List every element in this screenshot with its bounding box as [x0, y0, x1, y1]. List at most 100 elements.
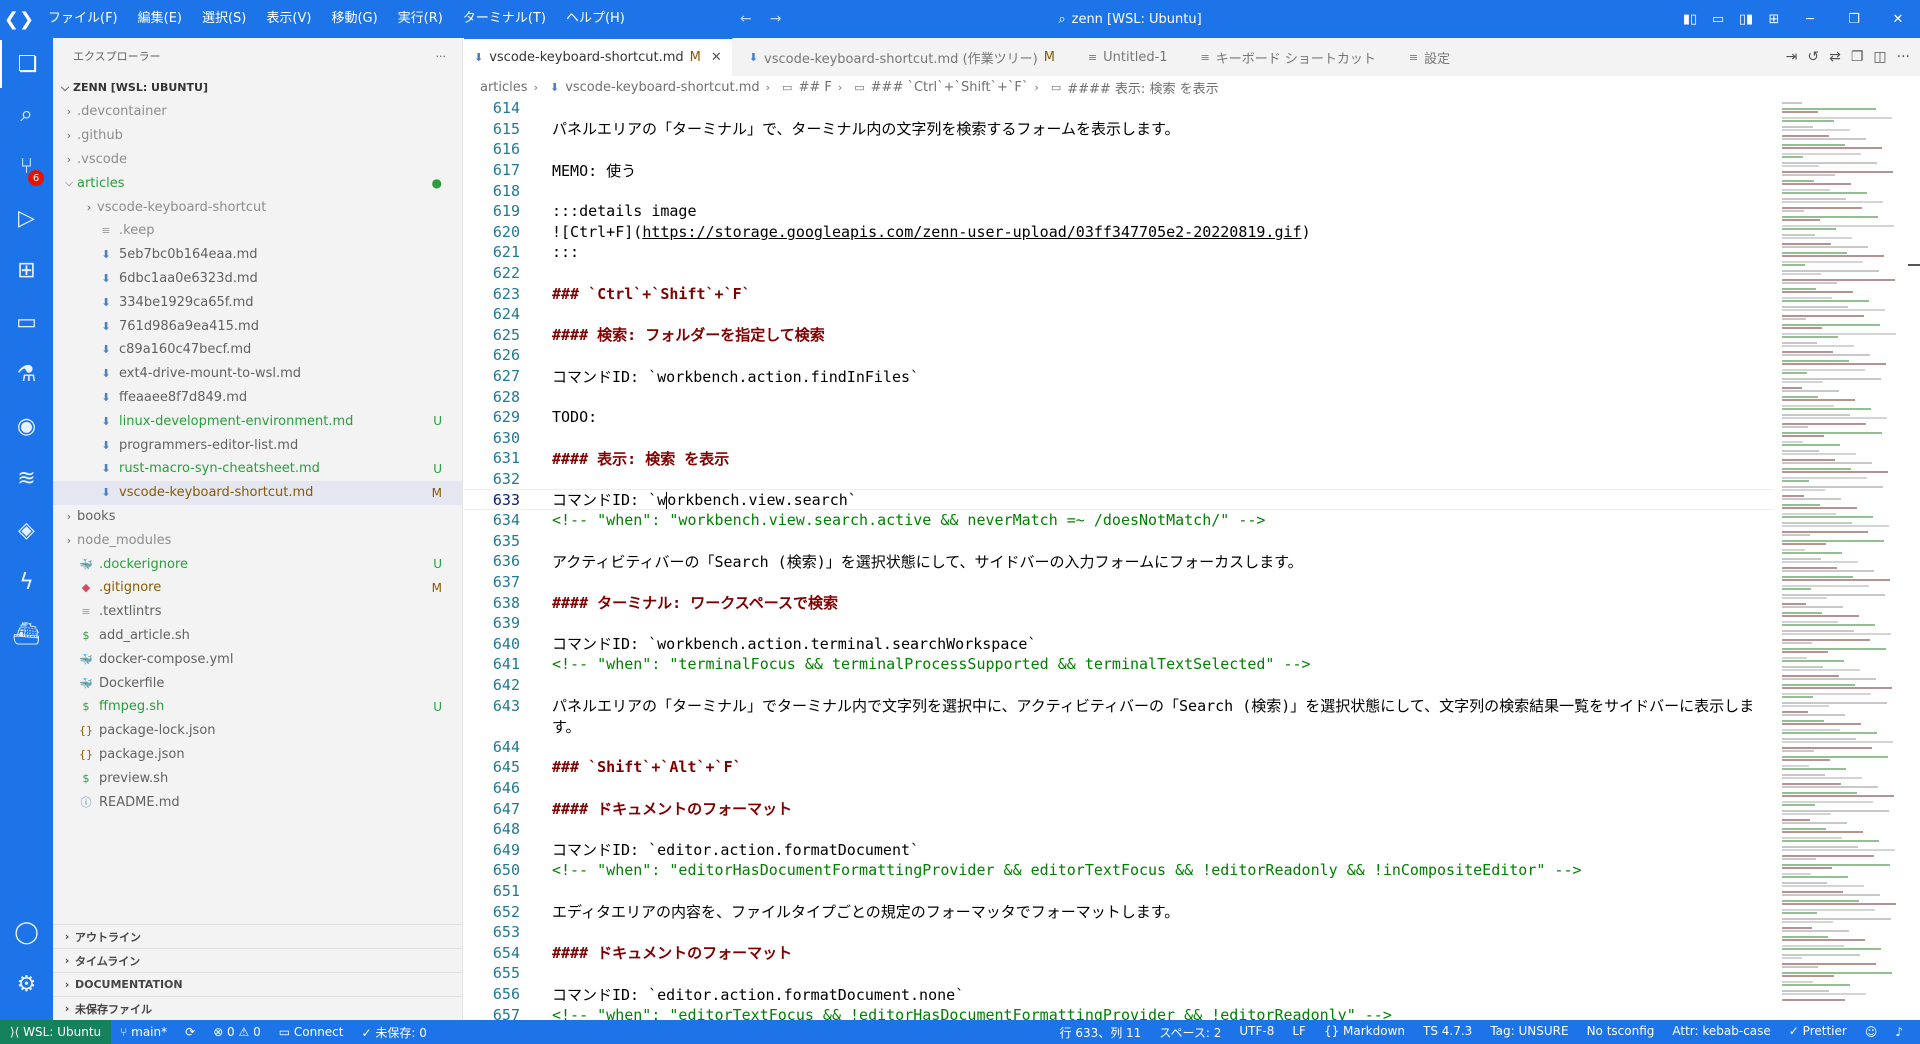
more-actions-icon[interactable]: ···: [436, 50, 447, 63]
editor-tab[interactable]: ⬇ vscode-keyboard-shortcut.md (作業ツリー) M: [733, 38, 1072, 76]
open-preview-icon[interactable]: ⇥: [1786, 49, 1798, 65]
customize-layout-icon[interactable]: ⊞: [1760, 12, 1788, 27]
gear-icon[interactable]: ⚙: [0, 960, 53, 1008]
close-icon[interactable]: ✕: [711, 50, 722, 65]
editor-tab[interactable]: ≡ 設定: [1393, 38, 1468, 76]
status-item[interactable]: UTF-8: [1230, 1024, 1283, 1041]
editor-tab[interactable]: ≡ キーボード ショートカット: [1185, 38, 1393, 76]
folder-item[interactable]: › .github: [53, 124, 462, 148]
folder-item[interactable]: › .vscode: [53, 148, 462, 172]
breadcrumb-item[interactable]: ### `Ctrl`+`Shift`+`F`: [871, 80, 1029, 95]
status-item[interactable]: ⊗ 0 ⚠ 0: [204, 1025, 270, 1039]
folder-item[interactable]: ⌵ articles ●: [53, 171, 462, 195]
sidebar-section-header[interactable]: › DOCUMENTATION: [53, 972, 462, 996]
file-item[interactable]: {} package.json: [53, 743, 462, 767]
file-item[interactable]: ⬇ linux-development-environment.md U: [53, 409, 462, 433]
account-icon[interactable]: ◯: [0, 908, 53, 956]
file-item[interactable]: ⬇ 6dbc1aa0e6323d.md: [53, 267, 462, 291]
toggle-panel-icon[interactable]: ▭: [1704, 12, 1732, 27]
status-item[interactable]: スペース: 2: [1150, 1024, 1230, 1041]
workspace-root[interactable]: ⌵ ZENN [WSL: UBUNTU]: [53, 76, 462, 100]
breadcrumb-item[interactable]: ## F: [798, 80, 831, 95]
compare-changes-icon[interactable]: ⇄: [1829, 49, 1841, 65]
editor-tab[interactable]: ⬇ vscode-keyboard-shortcut.md M ✕: [464, 38, 733, 76]
file-item[interactable]: ≡ .keep: [53, 219, 462, 243]
close-window-icon[interactable]: ✕: [1876, 12, 1920, 27]
status-item[interactable]: ⑂ main*: [111, 1025, 176, 1039]
layers-icon[interactable]: ◈: [0, 506, 53, 554]
file-item[interactable]: ⬇ programmers-editor-list.md: [53, 433, 462, 457]
status-item[interactable]: TS 4.7.3: [1414, 1024, 1481, 1041]
status-item[interactable]: ⟳: [176, 1025, 204, 1039]
breadcrumb-item[interactable]: vscode-keyboard-shortcut.md: [565, 80, 759, 95]
menu-item[interactable]: 表示(V): [256, 0, 321, 38]
source-control-icon[interactable]: ⑂ 6: [0, 142, 53, 190]
file-item[interactable]: ⬇ 761d986a9ea415.md: [53, 314, 462, 338]
explorer-icon[interactable]: ❏: [0, 40, 53, 88]
file-item[interactable]: ⬇ 334be1929ca65f.md: [53, 290, 462, 314]
file-item[interactable]: {} package-lock.json: [53, 719, 462, 743]
status-item[interactable]: ✓ 未保存: 0: [353, 1024, 436, 1041]
breadcrumb-item[interactable]: articles: [480, 80, 528, 95]
status-item[interactable]: {} Markdown: [1315, 1024, 1414, 1041]
menu-item[interactable]: 移動(G): [321, 0, 387, 38]
file-item[interactable]: ⓘ README.md: [53, 790, 462, 814]
notifications-icon[interactable]: ♪: [1886, 1025, 1912, 1039]
remote-explorer-icon[interactable]: ▭: [0, 298, 53, 346]
folder-item[interactable]: › .devcontainer: [53, 100, 462, 124]
status-item[interactable]: Tag: UNSURE: [1481, 1024, 1577, 1041]
timeline-icon[interactable]: ↺: [1807, 49, 1819, 65]
file-item[interactable]: ⬇ ext4-drive-mount-to-wsl.md: [53, 362, 462, 386]
split-editor-icon[interactable]: ◫: [1873, 49, 1886, 65]
sidebar-section-header[interactable]: › 未保存ファイル: [53, 996, 462, 1020]
file-item[interactable]: 🐳 .dockerignore U: [53, 552, 462, 576]
status-item[interactable]: No tsconfig: [1578, 1024, 1664, 1041]
minimap[interactable]: [1780, 98, 1910, 1020]
file-item[interactable]: ⬇ vscode-keyboard-shortcut.md M: [53, 480, 462, 505]
file-item[interactable]: ⬇ 5eb7bc0b164eaa.md: [53, 243, 462, 267]
file-item[interactable]: ≡ .textlintrs: [53, 600, 462, 624]
file-item[interactable]: ◆ .gitignore M: [53, 576, 462, 600]
toggle-secondary-sidebar-icon[interactable]: ▯▮: [1732, 12, 1760, 27]
file-item[interactable]: ⬇ rust-macro-syn-cheatsheet.md U: [53, 457, 462, 481]
testing-icon[interactable]: ⚗: [0, 350, 53, 398]
lightning-icon[interactable]: ϟ: [0, 558, 53, 606]
minimize-icon[interactable]: ─: [1788, 12, 1832, 27]
status-item[interactable]: 行 633、列 11: [1051, 1024, 1151, 1041]
search-icon[interactable]: ⌕: [0, 90, 53, 138]
menu-item[interactable]: 実行(R): [388, 0, 453, 38]
restore-icon[interactable]: ❐: [1832, 12, 1876, 27]
run-debug-icon[interactable]: ▷: [0, 194, 53, 242]
docker-icon[interactable]: ⛴: [0, 610, 53, 658]
status-item[interactable]: Attr: kebab-case: [1663, 1024, 1779, 1041]
menu-item[interactable]: 選択(S): [192, 0, 256, 38]
sidebar-section-header[interactable]: › タイムライン: [53, 948, 462, 972]
file-item[interactable]: ⬇ ffeaaee8f7d849.md: [53, 386, 462, 410]
command-center[interactable]: ⌕ zenn [WSL: Ubuntu]: [800, 7, 1460, 31]
code-editor[interactable]: 614 615 パネルエリアの「ターミナル」で、ターミナル内の文字列を検索するフォー…: [464, 98, 1774, 1020]
status-item[interactable]: ✓ Prettier: [1780, 1024, 1856, 1041]
menu-item[interactable]: ファイル(F): [38, 0, 128, 38]
file-item[interactable]: $ ffmpeg.sh U: [53, 695, 462, 719]
editor-tab[interactable]: ≡ Untitled-1: [1072, 38, 1185, 76]
feedback-icon[interactable]: ☺: [1856, 1025, 1887, 1039]
folder-item[interactable]: › books: [53, 505, 462, 529]
status-item[interactable]: LF: [1283, 1024, 1315, 1041]
file-item[interactable]: 🐳 docker-compose.yml: [53, 647, 462, 671]
status-item[interactable]: ⟩⟨ WSL: Ubuntu: [0, 1020, 112, 1044]
menu-item[interactable]: 編集(E): [128, 0, 192, 38]
forward-arrow-icon[interactable]: →: [770, 11, 782, 27]
scrollbar-thumb[interactable]: [1908, 264, 1920, 266]
breadcrumb-item[interactable]: #### 表示: 検索 を表示: [1067, 78, 1218, 97]
folder-item[interactable]: › vscode-keyboard-shortcut: [53, 195, 462, 219]
github-icon[interactable]: ◉: [0, 402, 53, 450]
file-item[interactable]: ⬇ c89a160c47becf.md: [53, 338, 462, 362]
sidebar-section-header[interactable]: › アウトライン: [53, 924, 462, 948]
file-item[interactable]: $ preview.sh: [53, 766, 462, 790]
menu-item[interactable]: ターミナル(T): [453, 0, 556, 38]
preview-side-icon[interactable]: ❐: [1851, 49, 1864, 65]
menu-item[interactable]: ヘルプ(H): [556, 0, 635, 38]
extensions-icon[interactable]: ⊞: [0, 246, 53, 294]
back-arrow-icon[interactable]: ←: [740, 11, 752, 27]
file-item[interactable]: $ add_article.sh: [53, 624, 462, 648]
